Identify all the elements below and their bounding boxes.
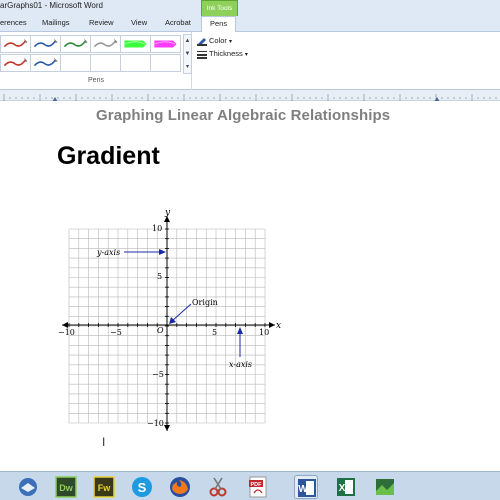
- highlighter-swatch[interactable]: [120, 35, 151, 53]
- x-axis-arrow-icon: [269, 322, 275, 328]
- x-tick-label: 5: [212, 328, 217, 337]
- y-axis-annotation: y-axis: [96, 248, 120, 257]
- y-tick-label: −10: [147, 419, 164, 428]
- title-bar: arGraphs01 - Microsoft Word Ink Tools: [0, 0, 500, 16]
- tab-references[interactable]: erences: [0, 18, 27, 27]
- color-label: Color: [209, 36, 227, 45]
- coordinate-graph[interactable]: x y O −10 −5 5 10 10 5 −5 −10 y-axis Ori…: [0, 101, 500, 471]
- ribbon-tab-bar: erences Mailings Review View Acrobat Pen…: [0, 16, 500, 33]
- pen-swatch[interactable]: [30, 35, 61, 53]
- tab-pens[interactable]: Pens: [201, 16, 237, 33]
- ribbon: ▲ ▼ ▾ Pens Color ▾ Thickness ▾: [0, 32, 500, 90]
- thunderbird-icon[interactable]: [16, 475, 40, 499]
- color-button[interactable]: Color ▾: [197, 36, 232, 48]
- y-axis-bottom-arrow-icon: [164, 425, 170, 431]
- y-axis-letter: y: [164, 208, 171, 218]
- pen-swatch-empty[interactable]: [150, 54, 181, 72]
- snipping-tool-icon[interactable]: [206, 475, 230, 499]
- x-axis-annotation: x-axis: [229, 360, 252, 369]
- pen-swatch-empty[interactable]: [60, 54, 91, 72]
- pens-group: ▲ ▼ ▾ Pens: [0, 32, 192, 90]
- x-tick-label: −5: [110, 328, 122, 337]
- svg-text:S: S: [138, 480, 147, 495]
- thickness-dropdown-icon: ▾: [244, 52, 248, 58]
- excel-icon[interactable]: X: [334, 475, 358, 499]
- x-tick-label: −10: [58, 328, 75, 337]
- y-tick-label: 10: [152, 224, 162, 233]
- x-tick-label: 10: [259, 328, 269, 337]
- y-tick-label: −5: [152, 370, 164, 379]
- svg-text:W: W: [298, 484, 308, 495]
- pen-swatch[interactable]: [90, 35, 121, 53]
- document-page[interactable]: Graphing Linear Algebraic Relationships …: [0, 101, 500, 471]
- thickness-label: Thickness: [209, 49, 243, 58]
- tab-acrobat[interactable]: Acrobat: [165, 18, 191, 27]
- gallery-down-icon[interactable]: ▼: [184, 48, 191, 61]
- color-icon: [197, 37, 207, 46]
- color-dropdown-icon: ▾: [229, 39, 233, 45]
- y-axis-annotation-arrow-icon: [159, 249, 166, 255]
- pen-swatch[interactable]: [0, 54, 31, 72]
- tray-app-icon[interactable]: [373, 475, 397, 499]
- dreamweaver-icon[interactable]: Dw: [54, 475, 78, 499]
- x-axis-letter: x: [276, 321, 281, 331]
- acrobat-icon[interactable]: PDF: [246, 475, 270, 499]
- window-title: arGraphs01 - Microsoft Word: [0, 1, 103, 10]
- tab-mailings[interactable]: Mailings: [42, 18, 70, 27]
- svg-text:Dw: Dw: [59, 483, 73, 493]
- fireworks-icon[interactable]: Fw: [92, 475, 116, 499]
- windows-taskbar: Dw Fw S PDF W X: [0, 471, 500, 500]
- origin-annotation: Origin: [192, 298, 218, 307]
- highlighter-swatch[interactable]: [150, 35, 181, 53]
- horizontal-ruler[interactable]: [0, 90, 500, 102]
- skype-icon[interactable]: S: [130, 475, 154, 499]
- text-cursor-icon: I: [102, 435, 106, 449]
- svg-text:X: X: [339, 483, 346, 494]
- gallery-up-icon[interactable]: ▲: [184, 35, 191, 48]
- pen-swatch-empty[interactable]: [120, 54, 151, 72]
- origin-letter: O: [157, 326, 164, 335]
- tab-review[interactable]: Review: [89, 18, 114, 27]
- pens-group-label: Pens: [88, 77, 104, 84]
- pen-swatch-empty[interactable]: [90, 54, 121, 72]
- pen-swatch[interactable]: [30, 54, 61, 72]
- x-axis-annotation-arrow-icon: [237, 327, 243, 334]
- y-tick-label: 5: [157, 272, 162, 281]
- gallery-more-icon[interactable]: ▾: [184, 61, 191, 74]
- thickness-icon: [197, 50, 207, 59]
- ink-tools-context-label: Ink Tools: [201, 0, 238, 16]
- svg-text:Fw: Fw: [98, 483, 111, 493]
- svg-text:PDF: PDF: [251, 482, 263, 488]
- tab-view[interactable]: View: [131, 18, 147, 27]
- word-icon[interactable]: W: [294, 475, 318, 499]
- pen-swatch[interactable]: [0, 35, 31, 53]
- firefox-icon[interactable]: [168, 475, 192, 499]
- thickness-button[interactable]: Thickness ▾: [197, 49, 248, 61]
- gallery-scroll[interactable]: ▲ ▼ ▾: [183, 34, 192, 74]
- pen-swatch[interactable]: [60, 35, 91, 53]
